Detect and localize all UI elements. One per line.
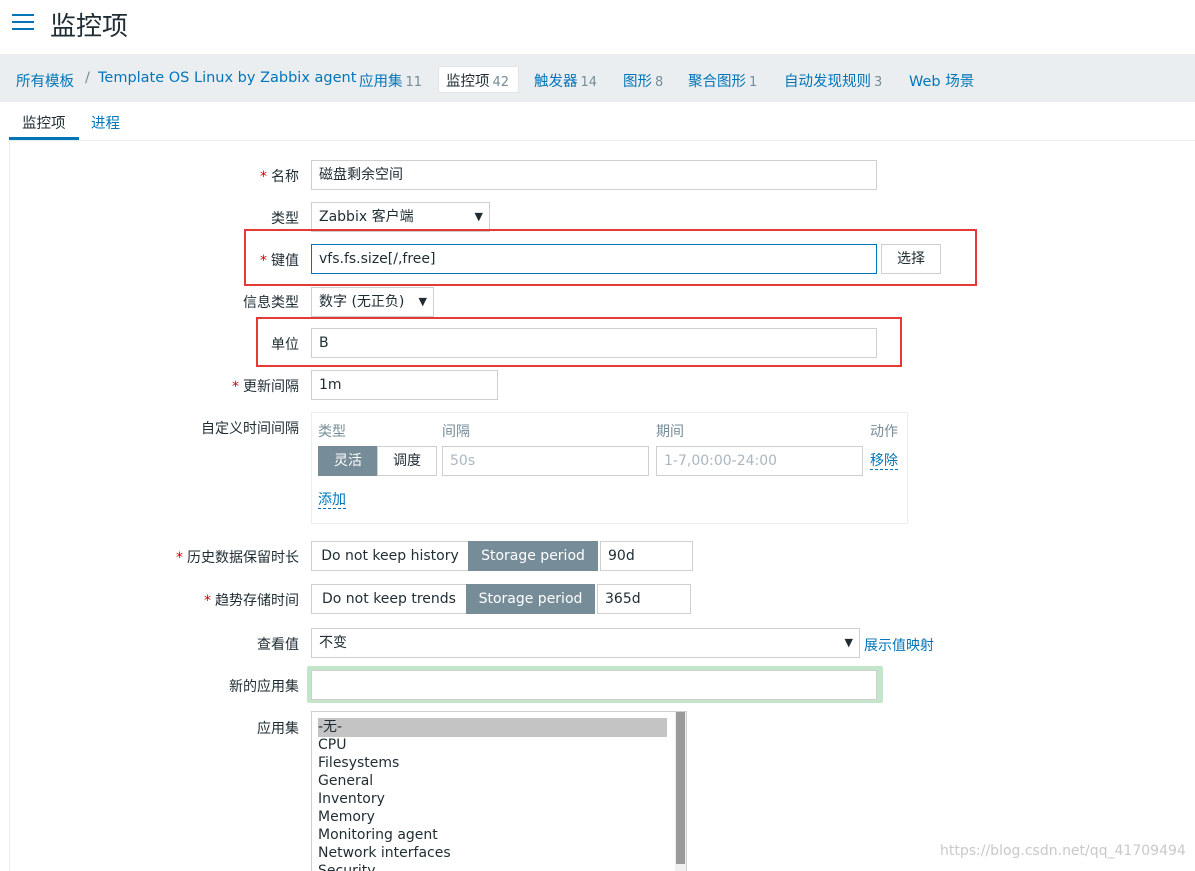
tabs-container xyxy=(9,102,1195,141)
history-no-keep-toggle[interactable]: Do not keep history xyxy=(311,541,469,571)
application-option[interactable]: CPU xyxy=(312,736,672,754)
nav-label: Web 场景 xyxy=(909,74,975,90)
interval-input[interactable]: 50s xyxy=(442,446,649,476)
trends-label: * 趋势存储时间 xyxy=(204,593,299,609)
custom-intervals-label: 自定义时间间隔 xyxy=(201,421,299,437)
col-action-header: 动作 xyxy=(870,424,898,440)
flexible-toggle[interactable]: 灵活 xyxy=(318,446,378,476)
type-label: 类型 xyxy=(271,211,299,227)
nav-triggers[interactable]: 触发器 14 xyxy=(534,70,597,91)
menu-icon[interactable] xyxy=(12,12,34,30)
nav-count: 11 xyxy=(405,75,423,90)
nav-count: 1 xyxy=(749,75,758,90)
info-type-label: 信息类型 xyxy=(243,295,299,311)
col-type-header: 类型 xyxy=(318,424,346,440)
nav-count: 8 xyxy=(655,75,664,90)
info-type-select[interactable]: 数字 (无正负) ▼ xyxy=(311,287,434,317)
application-option[interactable]: Inventory xyxy=(312,790,672,808)
new-application-input[interactable] xyxy=(311,670,877,700)
listbox-scrollbar[interactable] xyxy=(675,712,686,871)
units-input[interactable]: B xyxy=(311,328,877,358)
tab-item[interactable]: 监控项 xyxy=(22,112,66,133)
history-period-input[interactable]: 90d xyxy=(600,541,693,571)
breadcrumb-separator: / xyxy=(85,70,90,86)
update-interval-input[interactable]: 1m xyxy=(311,370,498,400)
trends-storage-toggle[interactable]: Storage period xyxy=(466,584,595,614)
application-option[interactable]: Filesystems xyxy=(312,754,672,772)
nav-label: 触发器 xyxy=(534,74,578,90)
application-option[interactable]: Memory xyxy=(312,808,672,826)
key-select-button[interactable]: 选择 xyxy=(881,244,941,274)
trends-no-keep-toggle[interactable]: Do not keep trends xyxy=(311,584,467,614)
col-period-header: 期间 xyxy=(656,424,684,440)
application-option[interactable]: -无- xyxy=(312,718,672,736)
trends-period-input[interactable]: 365d xyxy=(597,584,691,614)
nav-items[interactable]: 监控项 42 xyxy=(446,70,509,91)
dropdown-arrow-icon: ▼ xyxy=(474,210,483,223)
remove-link[interactable]: 移除 xyxy=(870,453,898,470)
dropdown-arrow-icon: ▼ xyxy=(844,636,853,649)
units-label: 单位 xyxy=(271,337,299,353)
show-value-select[interactable]: 不变 ▼ xyxy=(311,628,860,658)
key-label: * 键值 xyxy=(260,253,299,269)
value-mapping-link[interactable]: 展示值映射 xyxy=(864,635,934,655)
nav-label: 监控项 xyxy=(446,74,490,90)
history-storage-toggle[interactable]: Storage period xyxy=(468,541,598,571)
nav-graphs[interactable]: 图形 8 xyxy=(623,70,663,91)
nav-count: 3 xyxy=(874,75,883,90)
tab-active-indicator xyxy=(9,137,79,140)
applications-label: 应用集 xyxy=(257,721,299,737)
update-interval-label: * 更新间隔 xyxy=(232,379,299,395)
page-title: 监控项 xyxy=(50,12,129,42)
show-value-label: 查看值 xyxy=(257,637,299,653)
tab-process[interactable]: 进程 xyxy=(91,112,120,133)
new-application-label: 新的应用集 xyxy=(229,679,299,695)
type-select[interactable]: Zabbix 客户端 ▼ xyxy=(311,202,490,232)
form-left-border xyxy=(9,141,10,871)
history-label: * 历史数据保留时长 xyxy=(176,550,299,566)
nav-count: 14 xyxy=(580,75,598,90)
watermark: https://blog.csdn.net/qq_41709494 xyxy=(940,843,1186,859)
name-label: * 名称 xyxy=(260,169,299,185)
name-input[interactable]: 磁盘剩余空间 xyxy=(311,160,877,190)
application-option[interactable]: Network interfaces xyxy=(312,844,672,862)
nav-screens[interactable]: 聚合图形 1 xyxy=(688,70,757,91)
col-interval-header: 间隔 xyxy=(442,424,470,440)
key-input[interactable]: vfs.fs.size[/,free] xyxy=(311,244,877,274)
nav-discovery-rules[interactable]: 自动发现规则 3 xyxy=(784,70,882,91)
breadcrumb-all-templates[interactable]: 所有模板 xyxy=(16,70,74,91)
scheduling-toggle[interactable]: 调度 xyxy=(377,446,437,476)
nav-web-scenarios[interactable]: Web 场景 xyxy=(909,70,974,91)
applications-listbox[interactable]: -无- CPU Filesystems General Inventory Me… xyxy=(311,711,687,871)
application-option[interactable]: Security xyxy=(312,862,672,871)
breadcrumb-template[interactable]: Template OS Linux by Zabbix agent xyxy=(98,70,356,86)
application-option[interactable]: General xyxy=(312,772,672,790)
nav-count: 42 xyxy=(492,75,510,90)
add-interval-link[interactable]: 添加 xyxy=(318,492,346,509)
nav-label: 聚合图形 xyxy=(688,74,746,90)
scrollbar-thumb[interactable] xyxy=(676,712,685,864)
dropdown-arrow-icon: ▼ xyxy=(418,295,427,308)
nav-applications[interactable]: 应用集 11 xyxy=(359,70,422,91)
nav-label: 自动发现规则 xyxy=(784,74,871,90)
nav-label: 图形 xyxy=(623,74,652,90)
nav-label: 应用集 xyxy=(359,74,403,90)
application-option[interactable]: Monitoring agent xyxy=(312,826,672,844)
period-input[interactable]: 1-7,00:00-24:00 xyxy=(656,446,863,476)
